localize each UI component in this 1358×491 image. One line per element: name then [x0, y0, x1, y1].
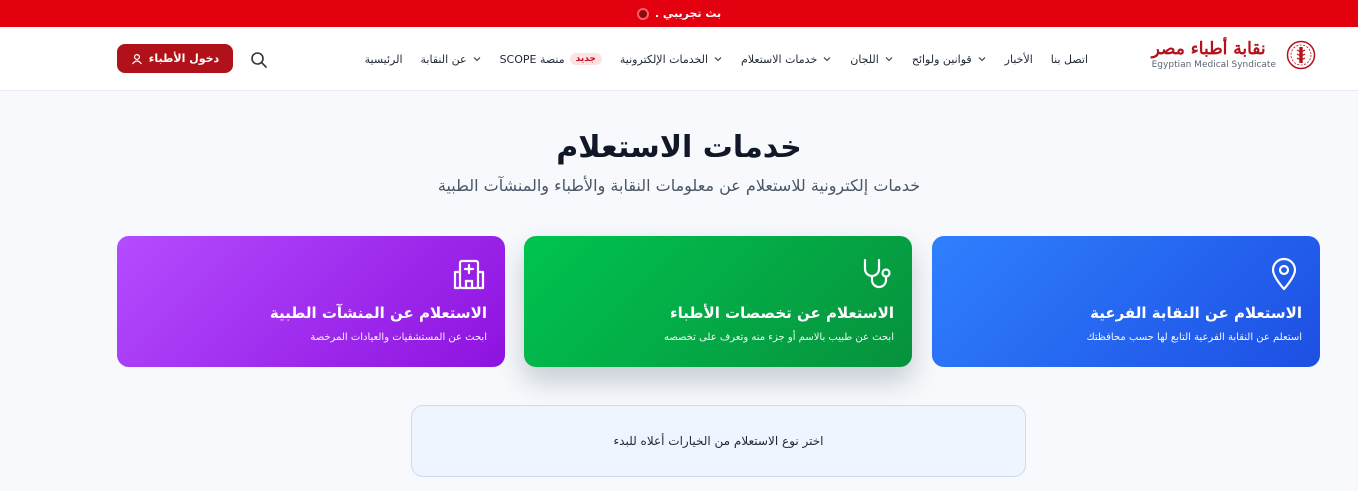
hero-section: خدمات الاستعلام خدمات إلكترونية للاستعلا…	[0, 128, 1358, 195]
chevron-down-icon	[714, 57, 722, 62]
nav-item-label: اللجان	[850, 52, 879, 66]
nav-item-label: عن النقابة	[420, 52, 467, 66]
hint-text: اختر نوع الاستعلام من الخيارات أعلاه للب…	[613, 434, 824, 448]
nav-item-label: الخدمات الإلكترونية	[619, 52, 709, 66]
card-title: الاستعلام عن تخصصات الأطباء	[669, 304, 894, 322]
nav-item-about[interactable]: عن النقابة	[421, 53, 482, 66]
nav-item-inquiry[interactable]: خدمات الاستعلام	[741, 53, 832, 66]
nav-item-label: منصة SCOPE	[499, 52, 565, 66]
banner-text: بث تجريبي .	[654, 7, 722, 20]
map-pin-icon	[1271, 257, 1297, 291]
card-desc: ابحث عن طبيب بالاسم أو جزء منه وتعرف على…	[663, 332, 894, 343]
search-icon[interactable]	[250, 51, 268, 69]
medical-facility-inquiry-card[interactable]: الاستعلام عن المنشآت الطبية ابحث عن المس…	[117, 236, 505, 367]
chevron-down-icon	[978, 57, 986, 62]
nav-item-laws[interactable]: قوانين ولوائح	[912, 53, 987, 66]
nav-item-e-services[interactable]: الخدمات الإلكترونية	[620, 53, 723, 66]
logo-name-en: Egyptian Medical Syndicate	[1151, 60, 1276, 70]
card-desc: ابحث عن المستشفيات والعيادات المرخصة	[310, 332, 487, 343]
syndicate-emblem-icon	[1286, 40, 1316, 70]
stethoscope-icon	[863, 258, 891, 289]
card-title: الاستعلام عن النقابة الفرعية	[1090, 304, 1302, 322]
nav-item-scope[interactable]: منصة SCOPE جديد	[500, 53, 602, 66]
nav-item-label: الأخبار	[1004, 52, 1033, 66]
page-subtitle: خدمات إلكترونية للاستعلام عن معلومات الن…	[437, 176, 921, 195]
page-title: خدمات الاستعلام	[556, 130, 802, 165]
nav-item-home[interactable]: الرئيسية	[365, 53, 403, 66]
live-banner: بث تجريبي .	[0, 0, 1358, 27]
chevron-down-icon	[823, 57, 831, 62]
selection-hint-panel: اختر نوع الاستعلام من الخيارات أعلاه للب…	[411, 405, 1026, 477]
logo-name-ar: نقابة أطباء مصر	[1151, 39, 1266, 59]
card-desc: استعلم عن النقابة الفرعية التابع لها حسب…	[1086, 332, 1302, 343]
site-header: نقابة أطباء مصر Egyptian Medical Syndica…	[0, 27, 1358, 91]
chevron-down-icon	[473, 57, 481, 62]
card-title: الاستعلام عن المنشآت الطبية	[269, 304, 487, 322]
hospital-icon	[453, 259, 485, 290]
user-icon	[131, 53, 142, 64]
nav-item-committees[interactable]: اللجان	[850, 53, 894, 66]
new-badge: جديد	[569, 53, 602, 65]
site-logo[interactable]: نقابة أطباء مصر Egyptian Medical Syndica…	[1152, 39, 1316, 71]
nav-item-label: قوانين ولوائح	[911, 52, 972, 66]
nav-item-label: الرئيسية	[364, 52, 403, 66]
branch-syndicate-inquiry-card[interactable]: الاستعلام عن النقابة الفرعية استعلم عن ا…	[932, 236, 1320, 367]
main-nav: الرئيسية عن النقابة منصة SCOPE جديد الخد…	[365, 27, 1088, 91]
doctor-login-button[interactable]: دخول الأطباء	[117, 44, 233, 73]
nav-item-news[interactable]: الأخبار	[1005, 53, 1033, 66]
doctor-specialty-inquiry-card[interactable]: الاستعلام عن تخصصات الأطباء ابحث عن طبيب…	[524, 236, 912, 367]
nav-item-label: خدمات الاستعلام	[741, 52, 818, 66]
chevron-down-icon	[885, 57, 893, 62]
login-label: دخول الأطباء	[148, 52, 220, 65]
nav-item-contact[interactable]: اتصل بنا	[1051, 53, 1088, 66]
record-dot-icon	[636, 7, 649, 20]
nav-item-label: اتصل بنا	[1050, 52, 1088, 66]
